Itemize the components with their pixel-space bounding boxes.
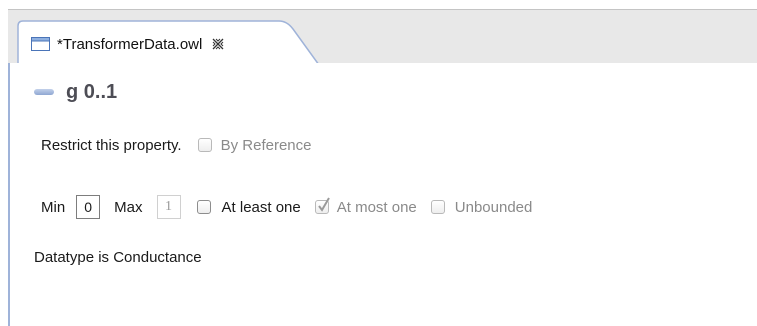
tab-title: *TransformerData.owl <box>57 35 203 53</box>
unbounded-label: Unbounded <box>454 198 533 216</box>
unbounded-checkbox[interactable] <box>430 200 445 214</box>
at-least-one-label: At least one <box>221 198 301 216</box>
by-reference-checkbox[interactable] <box>197 138 212 152</box>
tab-strip: *TransformerData.owl <box>8 9 757 65</box>
file-icon <box>31 36 51 52</box>
close-icon[interactable] <box>211 37 225 51</box>
property-title: g 0..1 <box>66 80 118 103</box>
datatype-row: Datatype is Conductance <box>34 246 202 268</box>
property-header: g 0..1 <box>34 79 117 105</box>
checkmark-icon <box>317 197 330 212</box>
max-input[interactable]: 1 <box>156 195 181 219</box>
by-reference-label: By Reference <box>220 136 312 154</box>
cardinality-row: Min 0 Max 1 At least one At most one Unb… <box>41 194 532 220</box>
at-most-one-label: At most one <box>336 198 417 216</box>
min-input[interactable]: 0 <box>76 195 101 219</box>
property-editor-panel: g 0..1 Restrict this property. By Refere… <box>8 63 757 326</box>
at-most-one-checkbox[interactable] <box>314 197 330 214</box>
at-least-one-checkbox[interactable] <box>196 200 211 214</box>
min-label: Min <box>41 198 66 216</box>
restrict-row: Restrict this property. By Reference <box>41 133 312 157</box>
editor-window: *TransformerData.owl g 0..1 Restrict thi… <box>0 0 757 326</box>
datatype-text: Datatype is Conductance <box>34 248 202 266</box>
max-label: Max <box>114 198 143 216</box>
restrict-label: Restrict this property. <box>41 136 182 154</box>
tab-transformer-data[interactable]: *TransformerData.owl <box>17 20 320 65</box>
property-icon <box>34 89 54 95</box>
